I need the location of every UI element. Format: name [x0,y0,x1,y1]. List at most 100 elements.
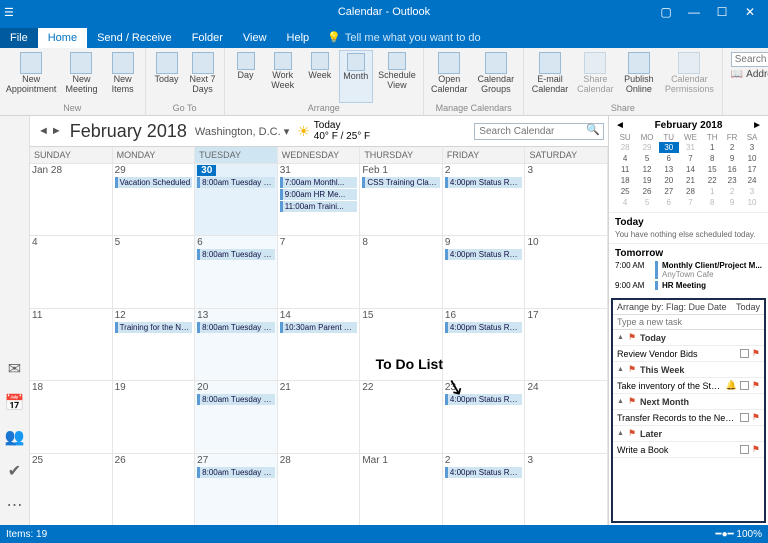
calendar-icon[interactable]: 📅 [5,393,25,413]
tasks-icon[interactable]: ✔ [8,461,21,481]
mini-day[interactable]: 8 [702,153,722,164]
calendar-event[interactable]: CSS Training Class; AnyTown Consulting T… [362,177,440,188]
calendar-cell[interactable]: 3 [525,454,608,525]
mini-day[interactable]: 28 [615,142,635,153]
calendar-cell[interactable]: 8 [360,236,443,307]
task-group-header[interactable]: ▲⚑Today [613,330,764,346]
calendar-event[interactable]: 8:00am Tuesday Staff Meeting; AnyTown Co… [197,394,275,405]
mini-day[interactable]: 7 [679,153,703,164]
calendar-cell[interactable]: 25 [30,454,113,525]
calendar-cell[interactable]: 10 [525,236,608,307]
mini-day[interactable]: 28 [679,186,703,197]
tab-view[interactable]: View [233,28,277,48]
calendar-cell[interactable]: 68:00am Tuesday Staff Meeting; AnyTown C… [195,236,278,307]
new-task-input[interactable] [613,315,764,330]
people-icon[interactable]: 👥 [5,427,25,447]
mini-day[interactable]: 5 [635,153,659,164]
agenda-item[interactable]: 7:00 AMMonthly Client/Project M...AnyTow… [615,261,762,279]
task-item[interactable]: Write a Book⚑ [613,442,764,458]
mini-day[interactable]: 9 [722,153,742,164]
mini-day[interactable]: 22 [702,175,722,186]
mini-day[interactable]: 1 [702,186,722,197]
mini-day[interactable]: 1 [702,142,722,153]
task-item[interactable]: Transfer Records to the New ...⚑ [613,410,764,426]
mini-day[interactable]: 9 [722,197,742,208]
zoom-slider[interactable]: ━●━ [716,529,734,540]
mini-day[interactable]: 6 [659,153,679,164]
task-item[interactable]: Review Vendor Bids⚑ [613,346,764,362]
mini-day[interactable]: 31 [679,142,703,153]
calendar-event[interactable]: 4:00pm Status Report Due [445,177,523,188]
workweek-view-button[interactable]: Work Week [265,50,301,103]
checkbox[interactable] [740,349,749,358]
calendar-cell[interactable]: 12Training for the New Payroll System; A… [113,309,196,380]
calendar-permissions-button[interactable]: Calendar Permissions [661,50,718,103]
calendar-cell[interactable]: 317:00am Monthl...9:00am HR Me...11:00am… [278,164,361,235]
location[interactable]: Washington, D.C. ▾ [195,125,289,138]
calendar-cell[interactable]: 94:00pm Status Report Due [443,236,526,307]
mini-day[interactable]: 20 [659,175,679,186]
month-view-button[interactable]: Month [339,50,373,103]
calendar-cell[interactable]: 7 [278,236,361,307]
close-icon[interactable]: ✕ [736,5,764,19]
mini-day[interactable]: 12 [635,164,659,175]
mini-day[interactable]: 29 [635,142,659,153]
search-calendar-input[interactable] [474,123,604,140]
mini-day[interactable]: 4 [615,197,635,208]
calendar-cell[interactable]: 24 [525,381,608,452]
publish-online-button[interactable]: Publish Online [619,50,659,103]
mail-icon[interactable]: ✉ [8,359,21,379]
share-calendar-button[interactable]: Share Calendar [574,50,617,103]
mini-day[interactable]: 10 [742,197,762,208]
search-people-input[interactable] [731,52,768,67]
calendar-event[interactable]: 8:00am Tuesday Staff Meeting; AnyTown Co… [197,177,275,188]
calendar-event[interactable]: 4:00pm Status Report Due [445,322,523,333]
email-calendar-button[interactable]: E-mail Calendar [528,50,572,103]
flag-icon[interactable]: ⚑ [752,444,760,455]
calendar-cell[interactable]: 28 [278,454,361,525]
tab-folder[interactable]: Folder [182,28,233,48]
mini-day[interactable]: 8 [702,197,722,208]
calendar-cell[interactable]: 29Vacation Scheduled [113,164,196,235]
maximize-icon[interactable]: ☐ [708,5,736,19]
task-item[interactable]: Take inventory of the Sto...🔔⚑ [613,378,764,394]
mini-day[interactable]: 16 [722,164,742,175]
calendar-cell[interactable]: 22 [360,381,443,452]
mini-prev-icon[interactable]: ◄ [615,120,625,131]
mini-day[interactable]: 19 [635,175,659,186]
mini-day[interactable]: 5 [635,197,659,208]
new-meeting-button[interactable]: New Meeting [60,50,102,103]
mini-day[interactable]: 17 [742,164,762,175]
arrange-by[interactable]: Arrange by: Flag: Due Date [617,302,727,312]
mini-day[interactable]: 15 [702,164,722,175]
next7days-button[interactable]: Next 7 Days [186,50,220,103]
calendar-cell[interactable]: 4 [30,236,113,307]
flag-icon[interactable]: ⚑ [752,348,760,359]
mini-day[interactable]: 3 [742,142,762,153]
mini-day[interactable]: 25 [615,186,635,197]
calendar-cell[interactable]: 3 [525,164,608,235]
calendar-event[interactable]: Training for the New Payroll System; Any… [115,322,193,333]
mini-day[interactable]: 27 [659,186,679,197]
mini-day[interactable]: 30 [659,142,679,153]
calendar-cell[interactable]: 278:00am Tuesday Staff Meeting; AnyTown … [195,454,278,525]
calendar-cell[interactable]: 24:00pm Status Report Due [443,454,526,525]
calendar-cell[interactable]: 5 [113,236,196,307]
flag-icon[interactable]: ⚑ [752,412,760,423]
calendar-event[interactable]: 8:00am Tuesday Staff Meeting; AnyTown Co… [197,467,275,478]
mini-day[interactable]: 18 [615,175,635,186]
calendar-event[interactable]: 8:00am Tuesday Staff Meeting; AnyTown Co… [197,322,275,333]
calendar-event[interactable]: 7:00am Monthl... [280,177,358,188]
calendar-cell[interactable]: 164:00pm Status Report Due [443,309,526,380]
tab-home[interactable]: Home [38,28,87,48]
mini-day[interactable]: 14 [679,164,703,175]
calendar-cell[interactable]: 17 [525,309,608,380]
minimize-icon[interactable]: — [680,5,708,19]
checkbox[interactable] [740,413,749,422]
flag-icon[interactable]: ⚑ [752,380,760,391]
mini-day[interactable]: 21 [679,175,703,186]
mini-day[interactable]: 6 [659,197,679,208]
calendar-cell[interactable]: 208:00am Tuesday Staff Meeting; AnyTown … [195,381,278,452]
calendar-event[interactable]: 11:00am Traini... [280,201,358,212]
calendar-cell[interactable]: 18 [30,381,113,452]
